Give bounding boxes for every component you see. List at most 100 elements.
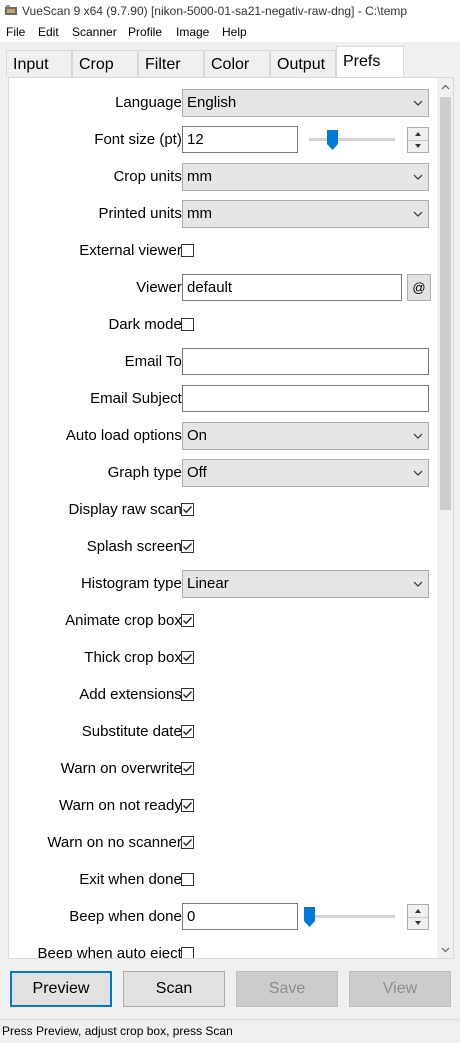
menu-profile[interactable]: Profile bbox=[128, 22, 162, 42]
beep-when-done-row: Beep when done: 0 bbox=[9, 902, 429, 932]
scroll-up-icon[interactable] bbox=[440, 82, 451, 93]
menu-image[interactable]: Image bbox=[176, 22, 209, 42]
scrollbar-thumb[interactable] bbox=[440, 97, 451, 510]
auto-load-options-row: Auto load options: On bbox=[9, 421, 429, 451]
graph-type-row: Graph type: Off bbox=[9, 458, 429, 488]
display-raw-scan-row: Display raw scan: bbox=[9, 495, 429, 525]
language-label: Language: bbox=[115, 94, 186, 111]
tab-filter[interactable]: Filter bbox=[138, 50, 204, 77]
preview-button[interactable]: Preview bbox=[10, 971, 112, 1007]
substitute-date-label: Substitute date: bbox=[81, 723, 186, 740]
warn-on-overwrite-checkbox[interactable] bbox=[181, 762, 194, 775]
tab-color[interactable]: Color bbox=[204, 50, 270, 77]
font-size-spinner[interactable] bbox=[407, 127, 429, 153]
vuescan-app-icon bbox=[5, 5, 17, 15]
font-size-row: Font size (pt): 12 bbox=[9, 125, 429, 155]
email-to-label: Email To: bbox=[124, 353, 186, 370]
graph-type-value: Off bbox=[187, 464, 207, 481]
warn-on-no-scanner-checkbox[interactable] bbox=[181, 836, 194, 849]
printed-units-label: Printed units: bbox=[98, 205, 186, 222]
beep-when-auto-eject-checkbox[interactable] bbox=[181, 947, 194, 958]
viewer-label: Viewer: bbox=[136, 279, 186, 296]
exit-when-done-label: Exit when done: bbox=[79, 871, 186, 888]
checkmark-icon bbox=[183, 839, 193, 847]
checkmark-icon bbox=[183, 543, 193, 551]
crop-units-label: Crop units: bbox=[113, 168, 186, 185]
menu-bar: File Edit Scanner Profile Image Help bbox=[0, 22, 460, 42]
chevron-down-icon bbox=[413, 211, 423, 217]
external-viewer-label: External viewer: bbox=[79, 242, 186, 259]
menu-file[interactable]: File bbox=[6, 22, 25, 42]
display-raw-scan-label: Display raw scan: bbox=[68, 501, 186, 518]
viewer-browse-button[interactable]: @ bbox=[407, 274, 431, 301]
exit-when-done-checkbox[interactable] bbox=[181, 873, 194, 886]
language-row: Language: English bbox=[9, 88, 429, 118]
animate-crop-box-checkbox[interactable] bbox=[181, 614, 194, 627]
language-select[interactable]: English bbox=[182, 89, 429, 117]
view-button[interactable]: View bbox=[349, 971, 451, 1007]
spin-down-icon[interactable] bbox=[408, 917, 428, 929]
display-raw-scan-checkbox[interactable] bbox=[181, 503, 194, 516]
checkmark-icon bbox=[183, 802, 193, 810]
font-size-input[interactable]: 12 bbox=[182, 126, 298, 153]
graph-type-label: Graph type: bbox=[107, 464, 186, 481]
title-bar: VueScan 9 x64 (9.7.90) [nikon-5000-01-sa… bbox=[0, 0, 460, 22]
viewer-input[interactable]: default bbox=[182, 274, 402, 301]
beep-when-done-label: Beep when done: bbox=[69, 908, 186, 925]
add-extensions-label: Add extensions: bbox=[79, 686, 186, 703]
checkmark-icon bbox=[183, 617, 193, 625]
crop-units-select[interactable]: mm bbox=[182, 163, 429, 191]
thick-crop-box-checkbox[interactable] bbox=[181, 651, 194, 664]
splash-screen-checkbox[interactable] bbox=[181, 540, 194, 553]
histogram-type-row: Histogram type: Linear bbox=[9, 569, 429, 599]
crop-units-row: Crop units: mm bbox=[9, 162, 429, 192]
warn-on-no-scanner-label: Warn on no scanner: bbox=[47, 834, 186, 851]
email-to-input[interactable] bbox=[182, 348, 429, 375]
add-extensions-checkbox[interactable] bbox=[181, 688, 194, 701]
thick-crop-box-label: Thick crop box: bbox=[84, 649, 186, 666]
auto-load-options-label: Auto load options: bbox=[65, 427, 186, 444]
warn-on-not-ready-checkbox[interactable] bbox=[181, 799, 194, 812]
crop-units-value: mm bbox=[187, 168, 212, 185]
scan-button[interactable]: Scan bbox=[123, 971, 225, 1007]
tab-prefs[interactable]: Prefs bbox=[336, 46, 404, 78]
auto-load-options-select[interactable]: On bbox=[182, 422, 429, 450]
tab-strip: Input Crop Filter Color Output Prefs bbox=[0, 46, 460, 78]
menu-scanner[interactable]: Scanner bbox=[72, 22, 117, 42]
viewer-row: Viewer: default @ bbox=[9, 273, 431, 303]
animate-crop-box-label: Animate crop box: bbox=[65, 612, 186, 629]
font-size-slider-track[interactable] bbox=[309, 138, 395, 141]
window-title: VueScan 9 x64 (9.7.90) [nikon-5000-01-sa… bbox=[22, 4, 408, 18]
external-viewer-checkbox[interactable] bbox=[181, 244, 194, 257]
tab-output[interactable]: Output bbox=[270, 50, 336, 77]
thick-crop-box-row: Thick crop box: bbox=[9, 643, 429, 673]
menu-edit[interactable]: Edit bbox=[38, 22, 59, 42]
scroll-down-icon[interactable] bbox=[440, 944, 451, 955]
email-subject-input[interactable] bbox=[182, 385, 429, 412]
beep-slider-thumb[interactable] bbox=[303, 907, 315, 927]
tab-input[interactable]: Input bbox=[6, 50, 72, 77]
printed-units-select[interactable]: mm bbox=[182, 200, 429, 228]
substitute-date-checkbox[interactable] bbox=[181, 725, 194, 738]
dark-mode-checkbox[interactable] bbox=[181, 318, 194, 331]
tab-crop[interactable]: Crop bbox=[72, 50, 138, 77]
beep-when-done-input[interactable]: 0 bbox=[182, 903, 298, 930]
font-size-slider-thumb[interactable] bbox=[326, 130, 338, 150]
printed-units-row: Printed units: mm bbox=[9, 199, 429, 229]
splash-screen-label: Splash screen: bbox=[86, 538, 186, 555]
prefs-panel: Language: English Font size (pt): 12 Cro… bbox=[8, 77, 454, 959]
checkmark-icon bbox=[183, 765, 193, 773]
histogram-type-select[interactable]: Linear bbox=[182, 570, 429, 598]
menu-help[interactable]: Help bbox=[222, 22, 247, 42]
save-button[interactable]: Save bbox=[236, 971, 338, 1007]
beep-when-auto-eject-label: Beep when auto eject: bbox=[37, 945, 186, 959]
warn-on-overwrite-label: Warn on overwrite: bbox=[60, 760, 186, 777]
animate-crop-box-row: Animate crop box: bbox=[9, 606, 429, 636]
histogram-type-label: Histogram type: bbox=[80, 575, 186, 592]
beep-when-done-spinner[interactable] bbox=[407, 904, 429, 930]
font-size-label: Font size (pt): bbox=[94, 131, 186, 148]
beep-slider-track[interactable] bbox=[309, 915, 395, 918]
spin-down-icon[interactable] bbox=[408, 140, 428, 152]
graph-type-select[interactable]: Off bbox=[182, 459, 429, 487]
histogram-type-value: Linear bbox=[187, 575, 229, 592]
